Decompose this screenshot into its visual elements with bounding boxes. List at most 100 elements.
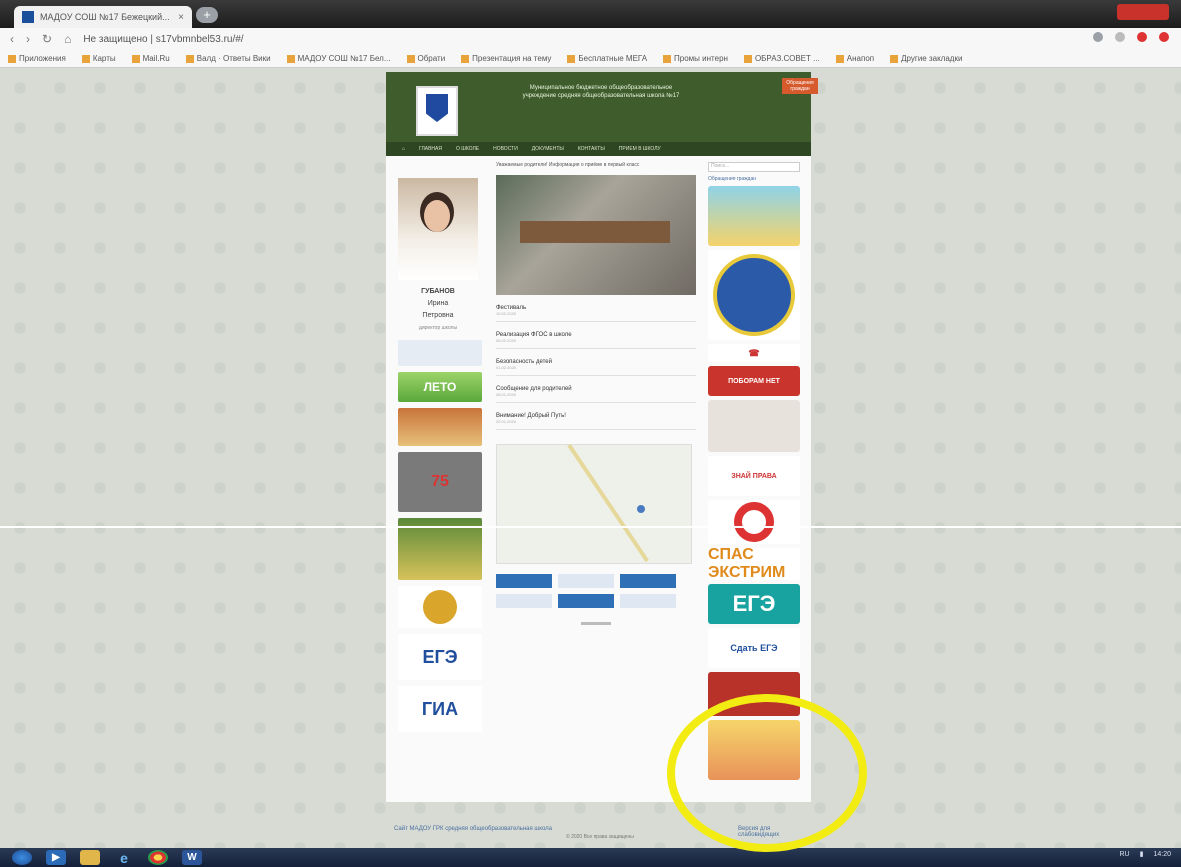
right-banner-spas[interactable]: СПАС ЭКСТРИМ bbox=[708, 546, 800, 581]
bookmark-icon bbox=[461, 54, 470, 63]
media-player-icon[interactable]: ▶ bbox=[46, 850, 66, 865]
new-tab-button[interactable]: + bbox=[196, 7, 218, 23]
site-nav-item[interactable]: ПРИЕМ В ШКОЛУ bbox=[619, 146, 661, 152]
bookmark-item[interactable]: МАДОУ СОШ №17 Бел... bbox=[286, 54, 391, 63]
bookmark-item[interactable]: Презентация на тему bbox=[461, 54, 551, 63]
circle-emblem-icon bbox=[713, 254, 795, 336]
bookmark-icon bbox=[185, 54, 194, 63]
reload-icon[interactable]: ↻ bbox=[42, 32, 52, 46]
site-nav-item[interactable]: НОВОСТИ bbox=[493, 146, 518, 152]
news-item[interactable]: Внимание! Добрый Путь! 20.01.2020 bbox=[496, 413, 696, 430]
forward-icon[interactable]: › bbox=[26, 32, 30, 46]
right-banner-lifebuoy[interactable] bbox=[708, 500, 800, 544]
profile-icon[interactable] bbox=[1159, 32, 1169, 42]
news-item[interactable]: Фестиваль 10.02.2020 bbox=[496, 305, 696, 322]
footer-left-link[interactable]: Сайт МАДОУ ГРК средняя общеобразовательн… bbox=[394, 826, 552, 832]
site-nav-item[interactable]: ДОКУМЕНТЫ bbox=[532, 146, 564, 152]
site-home-icon[interactable]: ⌂ bbox=[402, 146, 405, 152]
appeals-badge[interactable]: Обращения граждан bbox=[782, 78, 818, 94]
news-item[interactable]: Реализация ФГОС в школе 05.02.2020 bbox=[496, 332, 696, 349]
start-button-icon[interactable] bbox=[12, 850, 32, 865]
partner-logo[interactable] bbox=[496, 594, 552, 608]
coat-of-arms-logo[interactable] bbox=[416, 86, 458, 136]
folder-icon[interactable] bbox=[80, 850, 100, 865]
partner-logo[interactable] bbox=[620, 594, 676, 608]
right-banner-circle-emblem[interactable] bbox=[708, 250, 800, 340]
news-item[interactable]: Безопасность детей 01.02.2020 bbox=[496, 359, 696, 376]
left-banner-ege[interactable]: ЕГЭ bbox=[398, 634, 482, 680]
translate-icon[interactable] bbox=[1093, 32, 1103, 42]
location-map[interactable] bbox=[496, 443, 692, 564]
right-banner-safety[interactable] bbox=[708, 400, 800, 452]
tray-language[interactable]: RU bbox=[1119, 851, 1129, 858]
news-photo[interactable] bbox=[496, 175, 696, 295]
site-nav-item[interactable]: КОНТАКТЫ bbox=[578, 146, 605, 152]
news-date: 05.02.2020 bbox=[496, 338, 517, 343]
copyright-text: © 2020 Все права защищены bbox=[566, 834, 634, 840]
bookmark-label: Обрати bbox=[417, 54, 446, 63]
left-banner-gia[interactable]: ГИА bbox=[398, 686, 482, 732]
partner-logo[interactable] bbox=[558, 594, 614, 608]
left-banner-summer[interactable]: ЛЕТО bbox=[398, 372, 482, 402]
left-banner-socials[interactable] bbox=[398, 340, 482, 366]
bookmark-item[interactable]: Приложения bbox=[8, 54, 66, 63]
right-column: Поиск... Обращения граждан ☎ ПОБОРАМ НЕТ… bbox=[708, 162, 804, 780]
news-date: 01.02.2020 bbox=[496, 365, 517, 370]
bookmark-item[interactable]: Промы интерн bbox=[663, 54, 728, 63]
internet-explorer-icon[interactable]: e bbox=[114, 850, 134, 866]
window-close-button[interactable] bbox=[1117, 4, 1169, 20]
right-banner-children[interactable] bbox=[708, 186, 800, 246]
news-item[interactable]: Сообщение для родителей 28.01.2020 bbox=[496, 386, 696, 403]
partner-logo[interactable] bbox=[496, 574, 552, 588]
tray-network-icon[interactable]: ▮ bbox=[1140, 850, 1144, 858]
back-icon[interactable]: ‹ bbox=[10, 32, 14, 46]
site-nav-item[interactable]: О ШКОЛЕ bbox=[456, 146, 479, 152]
word-icon[interactable]: W bbox=[182, 850, 202, 865]
bookmark-icon bbox=[131, 54, 140, 63]
school-website: Муниципальное бюджетное общеобразователь… bbox=[386, 72, 818, 802]
star-icon[interactable] bbox=[1115, 32, 1125, 42]
bookmark-icon bbox=[743, 54, 752, 63]
bookmark-item[interactable]: Mail.Ru bbox=[131, 54, 170, 63]
chrome-icon[interactable] bbox=[148, 850, 168, 865]
bookmark-icon bbox=[663, 54, 672, 63]
bookmark-item[interactable]: Другие закладки bbox=[890, 54, 962, 63]
tab-title: МАДОУ СОШ №17 Бежецкий... bbox=[40, 12, 170, 22]
appeals-link[interactable]: Обращения граждан bbox=[708, 176, 804, 182]
right-banner-ege[interactable]: ЕГЭ bbox=[708, 584, 800, 624]
site-header: Муниципальное бюджетное общеобразователь… bbox=[386, 72, 818, 142]
bookmark-item[interactable]: Карты bbox=[81, 54, 116, 63]
news-list: Фестиваль 10.02.2020 Реализация ФГОС в шко… bbox=[496, 305, 696, 430]
bookmark-item[interactable]: Обрати bbox=[406, 54, 446, 63]
url-input[interactable]: Не защищено | s17vbmnbel53.ru/#/ bbox=[83, 34, 243, 45]
tray-clock[interactable]: 14:20 bbox=[1153, 851, 1171, 858]
bookmark-item[interactable]: Анапоп bbox=[835, 54, 875, 63]
bookmark-icon bbox=[286, 54, 295, 63]
close-tab-icon[interactable]: × bbox=[178, 12, 184, 23]
site-search-input[interactable]: Поиск... bbox=[708, 162, 800, 172]
right-banner-phone[interactable]: ☎ bbox=[708, 344, 800, 362]
left-banner-crest[interactable] bbox=[398, 586, 482, 628]
director-name: Ирина bbox=[427, 300, 449, 307]
bookmark-label: Анапоп bbox=[846, 54, 875, 63]
left-banner-victory[interactable]: 75 bbox=[398, 452, 482, 512]
right-banner-rights[interactable]: ЗНАЙ ПРАВА bbox=[708, 456, 800, 496]
bookmark-label: Mail.Ru bbox=[142, 54, 170, 63]
right-banner-pass-ege[interactable]: Сдать ЕГЭ bbox=[708, 628, 800, 668]
extension-icon[interactable] bbox=[1137, 32, 1147, 42]
home-icon[interactable]: ⌂ bbox=[64, 32, 71, 46]
bookmark-label: Презентация на тему bbox=[472, 54, 552, 63]
browser-tab[interactable]: МАДОУ СОШ №17 Бежецкий... × bbox=[14, 6, 192, 28]
left-banner-kids[interactable] bbox=[398, 408, 482, 446]
site-nav-item[interactable]: ГЛАВНАЯ bbox=[419, 146, 442, 152]
right-banner-no-bribes[interactable]: ПОБОРАМ НЕТ bbox=[708, 366, 800, 396]
bookmark-item[interactable]: ОБРАЗ.СОВЕТ ... bbox=[743, 54, 820, 63]
partner-logo[interactable] bbox=[620, 574, 676, 588]
partner-logo[interactable] bbox=[558, 574, 614, 588]
slider-dots[interactable] bbox=[496, 616, 696, 628]
bookmark-item[interactable]: Валд · Ответы Вики bbox=[185, 54, 271, 63]
bookmark-item[interactable]: Бесплатные МЕГА bbox=[567, 54, 647, 63]
director-photo bbox=[398, 178, 478, 280]
windows-taskbar: ▶ e W RU ▮ 14:20 bbox=[0, 848, 1181, 867]
news-date: 28.01.2020 bbox=[496, 392, 517, 397]
